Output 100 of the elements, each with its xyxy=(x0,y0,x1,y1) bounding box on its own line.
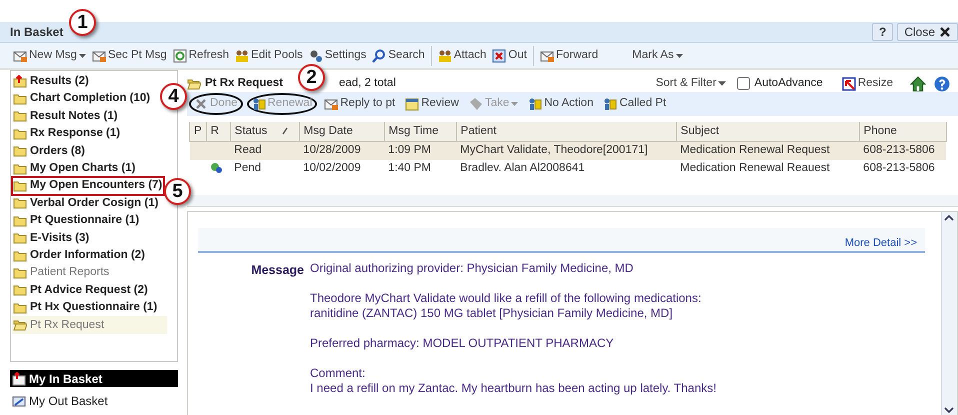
folder-icon xyxy=(13,266,27,280)
folder-icon xyxy=(13,231,27,246)
folder-item[interactable]: E-Visits (3) xyxy=(12,230,92,247)
column-header[interactable]: Phone xyxy=(859,122,946,142)
x-icon xyxy=(194,97,208,111)
folder-item[interactable]: Verbal Order Cosign (1) xyxy=(12,194,160,212)
folder-icon xyxy=(13,214,27,228)
search-icon xyxy=(372,48,386,62)
folder-icon xyxy=(13,283,27,298)
folder-item[interactable]: Order Information (2) xyxy=(12,246,148,264)
close-icon xyxy=(939,26,951,38)
folder-summary: ead, 2 total xyxy=(338,76,396,91)
help-button[interactable]: ? xyxy=(872,23,894,41)
toolbar-button[interactable]: Attach xyxy=(434,46,490,64)
folder-icon xyxy=(13,92,27,106)
tag-icon xyxy=(468,97,483,111)
column-header[interactable]: Msg Date xyxy=(299,122,384,142)
action-button[interactable]: No Action xyxy=(525,93,596,115)
column-header[interactable]: Status xyxy=(230,122,300,142)
folder-icon xyxy=(13,179,27,194)
toolbar-button[interactable]: Refresh xyxy=(170,46,232,64)
folder-icon xyxy=(13,144,27,158)
more-detail-link[interactable]: More Detail >> xyxy=(844,236,917,249)
column-header[interactable]: R xyxy=(206,122,230,142)
message-line: ranitidine (ZANTAC) 150 MG tablet [Physician Family Medicine, MD] xyxy=(310,306,674,321)
column-header[interactable]: Subject xyxy=(676,122,860,142)
basket-item[interactable]: My Out Basket xyxy=(10,392,178,409)
folder-title: Pt Rx Request xyxy=(205,76,283,91)
table-cell: Medication Renewal Reauest xyxy=(676,160,860,177)
folder-item[interactable]: Result Notes (1) xyxy=(12,108,120,126)
message-line: Preferred pharmacy: MODEL OUTPATIENT PHARMACY xyxy=(310,336,615,351)
toolbar-button[interactable]: Forward xyxy=(536,46,602,64)
person-icon xyxy=(528,97,542,111)
toolbar-button[interactable]: Settings xyxy=(306,46,370,64)
folder-item[interactable]: My Open Encounters (7) xyxy=(12,177,164,195)
toolbar-button[interactable]: Search xyxy=(369,46,428,64)
close-button[interactable]: Close xyxy=(897,23,958,41)
envelope-icon xyxy=(324,97,338,111)
window-title: In Basket xyxy=(10,24,64,41)
resize-button[interactable]: Resize xyxy=(838,74,896,92)
callout-marker: 4 xyxy=(160,83,187,110)
folder-item[interactable]: Rx Response (1) xyxy=(12,125,122,143)
envelope-icon xyxy=(540,48,554,62)
folder-icon xyxy=(13,300,27,315)
folder-icon xyxy=(13,126,27,141)
sort-filter-button[interactable]: Sort & Filter xyxy=(652,74,730,92)
folder-icon xyxy=(13,318,27,332)
message-line: Theodore MyChart Validate would like a refill of the following medications: xyxy=(310,290,702,306)
folder-icon xyxy=(13,109,27,124)
home-icon[interactable] xyxy=(910,76,926,92)
person-icon xyxy=(603,97,618,111)
toolbar-button[interactable]: Sec Pt Msg xyxy=(88,46,170,64)
table-cell: Bradlev. Alan Al2008641 xyxy=(456,160,676,177)
checkbox-label: AutoAdvance xyxy=(754,76,823,91)
folder-item[interactable]: Orders (8) xyxy=(12,142,87,160)
callout-marker: 1 xyxy=(69,9,96,36)
calendar-icon xyxy=(405,97,420,111)
folder-item[interactable]: Pt Questionnaire (1) xyxy=(12,212,142,230)
folder-icon xyxy=(187,76,201,90)
sort-icon xyxy=(281,126,290,135)
basket-icon xyxy=(12,394,26,408)
toolbar-button[interactable]: New Msg xyxy=(10,46,89,64)
folder-item[interactable]: Results (2) xyxy=(12,73,91,90)
table-cell: 608-213-5806 xyxy=(859,142,946,160)
message-line: Original authorizing provider: Physician Family Medicine, MD xyxy=(310,260,634,276)
action-button[interactable]: Review xyxy=(402,93,462,115)
resize-icon xyxy=(842,76,856,90)
folder-item[interactable]: Patient Reports xyxy=(12,264,112,282)
basket-icon xyxy=(12,372,26,386)
envelope-icon xyxy=(13,48,27,62)
close-box-icon xyxy=(492,48,506,62)
folder-item[interactable]: Pt Advice Request (2) xyxy=(12,282,150,300)
folder-item[interactable]: Pt Hx Questionnaire (1) xyxy=(12,299,160,316)
folder-item[interactable]: Pt Rx Request xyxy=(12,316,167,334)
refresh-icon xyxy=(172,48,187,62)
toolbar-button[interactable]: Out xyxy=(489,46,530,64)
people-icon xyxy=(235,48,250,62)
folder-icon xyxy=(13,248,27,263)
action-button[interactable]: Called Pt xyxy=(600,93,670,115)
toolbar-button[interactable]: Edit Pools xyxy=(232,46,306,64)
toolbar-button[interactable]: Mark As xyxy=(629,46,686,64)
envelope-icon xyxy=(92,48,106,62)
folder-item[interactable]: My Open Charts (1) xyxy=(12,160,138,178)
column-header[interactable]: P xyxy=(190,122,206,142)
table-cell: MyChart Validate, Theodore[200171] xyxy=(456,142,676,160)
action-button[interactable]: Reply to pt xyxy=(321,93,398,115)
callout-marker: 5 xyxy=(164,178,191,205)
folder-icon xyxy=(13,196,27,210)
flagged-folder-icon xyxy=(13,74,27,89)
column-header[interactable]: Msg Time xyxy=(384,122,456,142)
person-icon xyxy=(252,97,266,111)
scrollbar[interactable] xyxy=(941,212,957,415)
folder-item[interactable]: Chart Completion (10) xyxy=(12,90,152,108)
column-header[interactable]: Patient xyxy=(456,122,676,142)
basket-item[interactable]: My In Basket xyxy=(10,370,178,387)
table-cell: 1:09 PM xyxy=(384,142,456,160)
people-icon xyxy=(438,48,452,62)
auto-advance-checkbox[interactable] xyxy=(737,77,750,90)
table-cell: 10/28/2009 xyxy=(299,142,384,160)
help-icon[interactable] xyxy=(934,76,950,92)
